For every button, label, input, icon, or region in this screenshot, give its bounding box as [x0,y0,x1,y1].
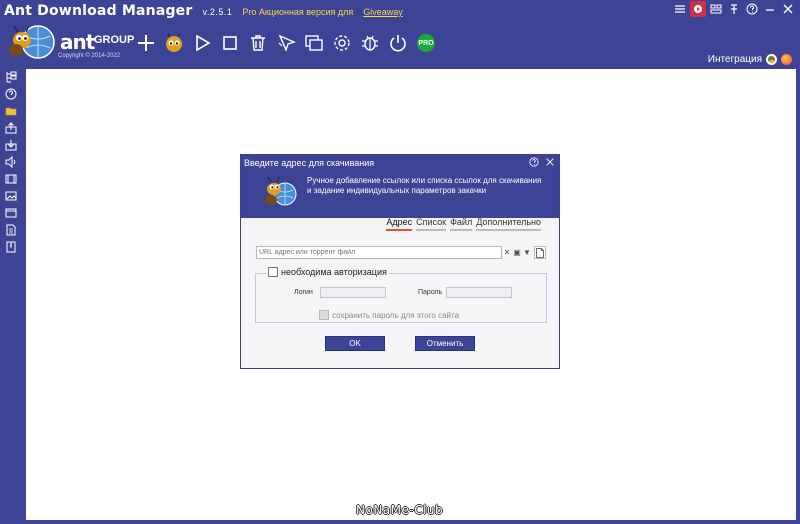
url-input[interactable] [256,246,502,259]
ant-icon [166,33,182,52]
auth-required-checkbox[interactable] [268,267,278,277]
integration-bar[interactable]: Интеграция [708,54,792,65]
save-password-checkbox[interactable] [319,310,329,320]
giveaway-link[interactable]: Giveaway [363,7,403,17]
login-field[interactable] [320,287,386,298]
menu-icon[interactable] [672,1,688,17]
sidebar-document-icon[interactable] [4,223,18,236]
sidebar-download-icon[interactable] [4,138,18,151]
sidebar-tree-icon[interactable] [4,70,18,83]
sidebar-video-icon[interactable] [4,172,18,185]
app-logo: ant GROUP Copyright © 2014-2022 [4,22,134,64]
login-label: Логин [294,289,313,296]
promo-text: Pro Акционная версия для [242,7,354,17]
minimize-icon[interactable] [762,1,778,17]
integration-label: Интеграция [707,54,762,65]
sidebar-archive-icon[interactable] [4,240,18,253]
cursor-icon [278,34,296,52]
sidebar [4,70,22,253]
dialog-ant-mascot-icon [265,176,297,206]
trash-icon [251,35,265,51]
stop-button[interactable] [218,32,242,54]
add-download-button[interactable] [134,32,158,54]
sidebar-folder-icon[interactable] [4,104,18,117]
ok-button[interactable]: OK [325,336,385,351]
watermark-text: NoNaMe-Club [356,503,444,517]
bug-button[interactable] [358,32,382,54]
app-version: v.2.5.1 [202,7,233,17]
windows-icon [305,35,323,51]
delete-button[interactable] [246,32,270,54]
cancel-button[interactable]: Отменить [415,336,475,351]
main-toolbar: PRO [134,32,438,54]
calendar-icon[interactable]: ▣ [512,246,522,259]
window-controls [672,1,796,17]
dialog-help-icon[interactable] [528,156,540,168]
dialog-title: Введите адрес для скачивания [244,157,375,168]
windows-button[interactable] [302,32,326,54]
stop-icon [223,36,237,50]
dialog-tabs: Адрес Список Файл Дополнительно [386,217,541,231]
chrome-icon [766,54,777,65]
close-icon[interactable] [780,1,796,17]
dialog-header: Ручное добавление ссылок или списка ссыл… [241,170,559,218]
help-icon[interactable] [744,1,760,17]
tab-list[interactable]: Список [416,217,447,231]
dialog-close-icon[interactable] [544,156,556,168]
pro-button[interactable]: PRO [414,32,438,54]
logo-group-text: GROUP [94,34,135,46]
auth-legend: необходима авторизация [266,267,389,277]
start-button[interactable] [190,32,214,54]
record-icon[interactable] [690,1,706,17]
power-button[interactable] [386,32,410,54]
dialog-title-bar: Введите адрес для скачивания [241,155,559,170]
url-row: ✕ ▣ ▼ [256,246,546,259]
url-dropdown-icon[interactable]: ▼ [522,246,532,259]
select-button[interactable] [274,32,298,54]
power-icon [390,35,406,52]
plus-icon [138,35,154,51]
ant-mascot-icon [9,25,55,59]
title-bar: Ant Download Manager v.2.5.1 Pro Акционн… [4,3,403,21]
ant-button[interactable] [162,32,186,54]
browse-file-button[interactable] [534,246,546,259]
save-password-label: сохранить пароль для этого сайта [332,310,460,320]
tab-file[interactable]: Файл [450,217,473,231]
tab-address[interactable]: Адрес [386,217,413,231]
auth-required-label: необходима авторизация [281,267,387,277]
file-icon [536,247,544,258]
bug-icon [362,35,378,51]
add-url-dialog: Введите адрес для скачивания Ручное доба… [240,154,560,369]
tab-advanced[interactable]: Дополнительно [476,217,541,231]
dialog-description: Ручное добавление ссылок или списка ссыл… [307,176,542,195]
app-title: Ant Download Manager [4,3,193,19]
password-field[interactable] [446,287,512,298]
firefox-icon [781,54,792,65]
play-icon [196,34,211,52]
layout-icon[interactable] [708,1,724,17]
gear-icon [334,35,350,51]
pro-badge-icon: PRO [417,34,435,52]
sidebar-window-icon[interactable] [4,206,18,219]
auth-group: необходима авторизация Логин Пароль сохр… [255,267,547,323]
clear-url-icon[interactable]: ✕ [502,246,512,259]
sidebar-audio-icon[interactable] [4,155,18,168]
password-label: Пароль [418,289,443,296]
sidebar-image-icon[interactable] [4,189,18,202]
sidebar-upload-icon[interactable] [4,121,18,134]
save-password-row: сохранить пароль для этого сайта [319,310,459,320]
pin-icon[interactable] [726,1,742,17]
sidebar-question-icon[interactable] [4,87,18,100]
logo-ant-text: ant [60,30,95,54]
settings-button[interactable] [330,32,354,54]
copyright-text: Copyright © 2014-2022 [58,53,121,59]
